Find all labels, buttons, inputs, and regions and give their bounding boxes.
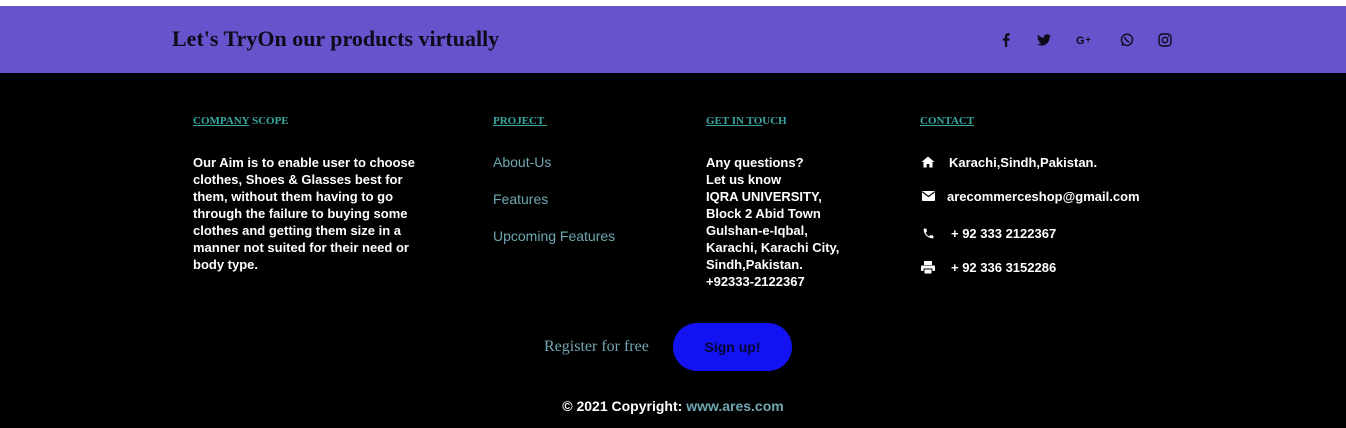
contact-heading: CONTACT bbox=[920, 115, 974, 127]
copyright-text: © 2021 Copyright: bbox=[562, 398, 687, 414]
project-heading-label: PROJECT bbox=[493, 115, 545, 127]
company-scope-heading-underlined: COMPANY bbox=[193, 115, 250, 127]
touch-line: Gulshan-e-Iqbal, bbox=[706, 223, 808, 238]
tryon-banner: Let's TryOn our products virtually G + bbox=[0, 6, 1346, 73]
contact-fax: + 92 336 3152286 bbox=[920, 258, 1056, 276]
banner-title: Let's TryOn our products virtually bbox=[172, 26, 500, 51]
touch-line: Let us know bbox=[706, 172, 782, 187]
register-label: Register for free bbox=[544, 338, 649, 355]
link-features[interactable]: Features bbox=[493, 191, 548, 207]
touch-line: Block 2 Abid Town bbox=[706, 206, 821, 221]
phone-icon bbox=[920, 225, 936, 241]
contact-address: Karachi,Sindh,Pakistan. bbox=[920, 153, 1097, 171]
project-heading-space bbox=[544, 115, 547, 127]
touch-line: Any questions? bbox=[706, 155, 804, 170]
svg-text:G: G bbox=[1076, 35, 1085, 46]
whatsapp-icon[interactable] bbox=[1116, 29, 1138, 51]
company-scope-text: Our Aim is to enable user to choose clot… bbox=[193, 155, 416, 272]
site-footer: COMPANY SCOPE Our Aim is to enable user … bbox=[0, 73, 1346, 428]
contact-email-text: arecommerceshop@gmail.com bbox=[947, 188, 1140, 204]
copyright-link[interactable]: www.ares.com bbox=[686, 398, 784, 414]
touch-line: Karachi, Karachi City, bbox=[706, 240, 840, 255]
facebook-icon[interactable] bbox=[995, 29, 1017, 51]
get-in-touch-heading-rest: UCH bbox=[762, 115, 787, 127]
contact-phone: + 92 333 2122367 bbox=[920, 224, 1056, 242]
get-in-touch-heading-underlined: GET IN TO bbox=[706, 115, 763, 127]
instagram-icon[interactable] bbox=[1154, 29, 1176, 51]
get-in-touch-text: Any questions? Let us know IQRA UNIVERSI… bbox=[706, 154, 856, 290]
contact-phone-text: + 92 333 2122367 bbox=[951, 225, 1057, 241]
project-heading: PROJECT bbox=[493, 115, 547, 127]
contact-address-text: Karachi,Sindh,Pakistan. bbox=[949, 154, 1098, 170]
google-plus-icon[interactable]: G + bbox=[1074, 29, 1096, 51]
touch-phone: +92333-2122367 bbox=[706, 274, 805, 289]
home-icon bbox=[920, 154, 936, 170]
contact-heading-label: CONTACT bbox=[920, 115, 975, 127]
link-upcoming-features[interactable]: Upcoming Features bbox=[493, 228, 615, 244]
contact-email: arecommerceshop@gmail.com bbox=[920, 187, 1140, 205]
copyright: © 2021 Copyright: www.ares.com bbox=[0, 398, 1346, 414]
company-scope-heading: COMPANY SCOPE bbox=[193, 115, 289, 127]
touch-line: Sindh,Pakistan. bbox=[706, 257, 803, 272]
signup-button[interactable]: Sign up! bbox=[673, 323, 792, 371]
twitter-icon[interactable] bbox=[1033, 29, 1055, 51]
company-scope-heading-rest: SCOPE bbox=[249, 115, 289, 127]
link-about-us[interactable]: About-Us bbox=[493, 154, 551, 170]
touch-line: IQRA UNIVERSITY, bbox=[706, 189, 822, 204]
envelope-icon bbox=[920, 188, 936, 204]
svg-text:+: + bbox=[1086, 35, 1091, 45]
print-icon bbox=[920, 259, 936, 275]
get-in-touch-heading: GET IN TOUCH bbox=[706, 115, 787, 127]
contact-fax-text: + 92 336 3152286 bbox=[951, 259, 1057, 275]
